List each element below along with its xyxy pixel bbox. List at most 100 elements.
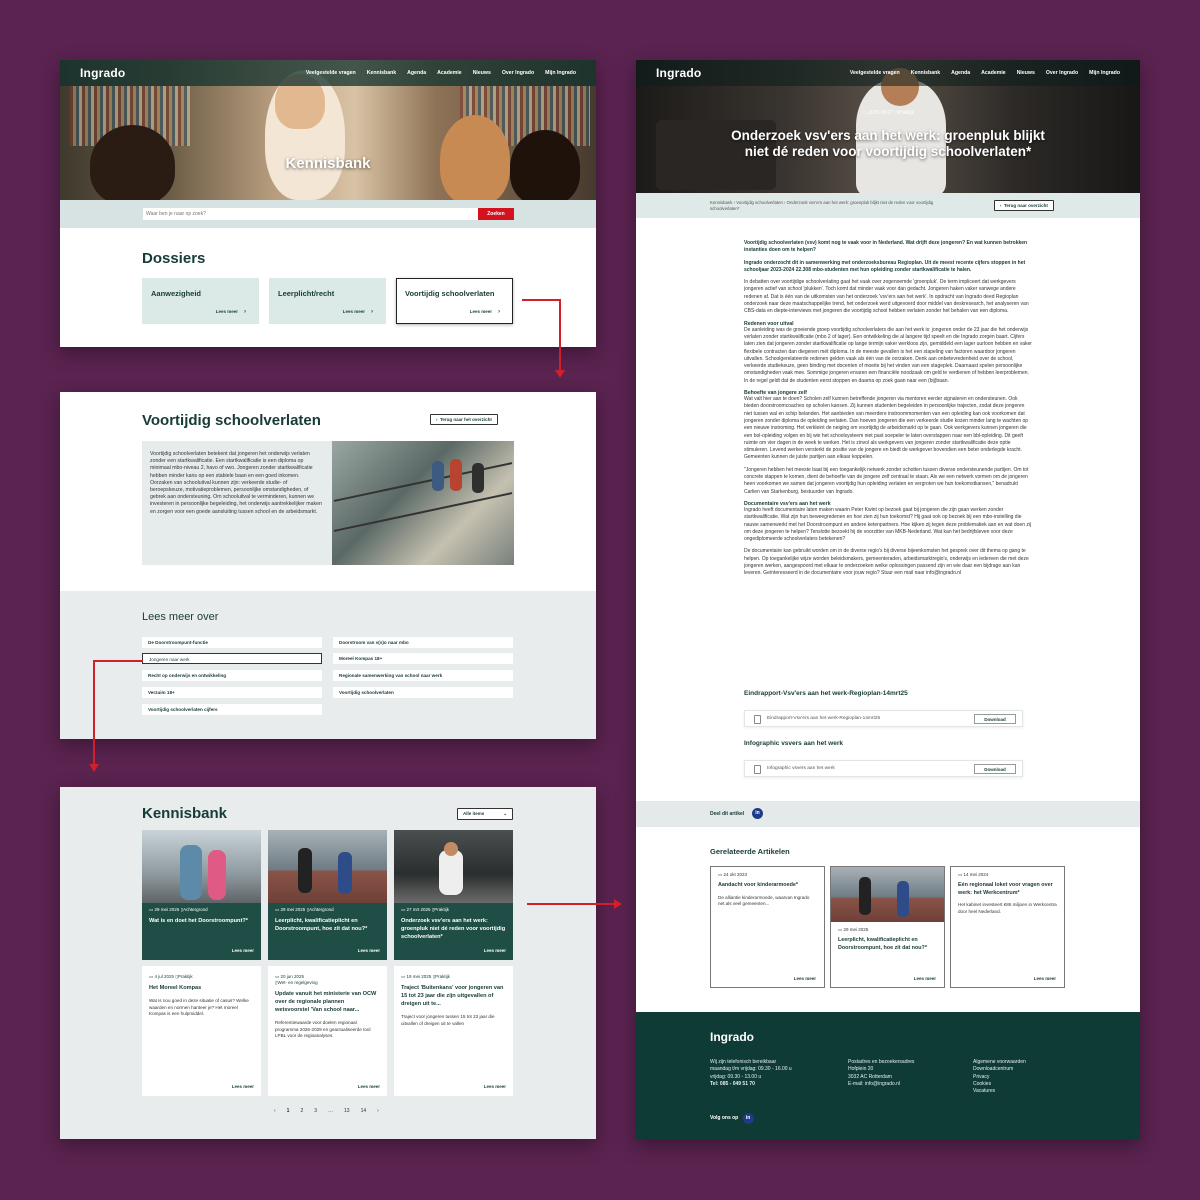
pager-page[interactable]: 2 (300, 1108, 303, 1114)
pager-page[interactable]: 13 (344, 1108, 350, 1114)
download-button[interactable]: Download (974, 764, 1016, 774)
article-card[interactable]: ▭ 29 mei 2025 ▯Achtergrond Leerplicht, k… (268, 830, 387, 960)
card-description: Referentiewaarde voor doelen regionaal p… (275, 1020, 371, 1039)
footer-logo[interactable]: Ingrado (710, 1030, 754, 1044)
nav-link-nieuws[interactable]: Nieuws (1017, 70, 1035, 76)
calendar-icon: ▭ (838, 927, 843, 932)
search-button[interactable]: Zoeken (478, 208, 514, 220)
article-card[interactable]: ▭ 27 mrt 2025 ▯Praktijk Onderzoek vsv'er… (394, 830, 513, 960)
dossier-card-vsv[interactable]: Voortijdig schoolverlaten Lees meer › (396, 278, 513, 324)
link-voortijdig-schoolverlaten[interactable]: Voortijdig schoolverlaten (333, 687, 513, 698)
article-card[interactable]: ▭ 29 mei 2025 ▯Achtergrond Wat is en doe… (142, 830, 261, 960)
card-image (268, 830, 387, 903)
ingrado-logo[interactable]: Ingrado (656, 66, 701, 80)
article-card[interactable]: ▭ 20 jun 2025 ▯Wet- en regelgeving Update… (268, 966, 387, 1096)
link-moreel-kompas[interactable]: Moreel Kompas 18+ (333, 653, 513, 664)
card-more-link[interactable]: Lees meer (914, 976, 936, 981)
pagination: ‹ 1 2 3 … 13 14 › (274, 1108, 379, 1114)
nav-link-nieuws[interactable]: Nieuws (473, 70, 491, 76)
ingrado-logo[interactable]: Ingrado (80, 66, 125, 80)
download-button[interactable]: Download (974, 714, 1016, 724)
footer-link[interactable]: Vacatures (973, 1088, 1026, 1095)
footer-links: Algemene voorwaarden Downloadcentrum Pri… (973, 1059, 1026, 1095)
nav-link-mijn[interactable]: Mijn Ingrado (1089, 70, 1120, 76)
footer-link[interactable]: Algemene voorwaarden (973, 1059, 1026, 1066)
related-card[interactable]: ▭ 14 mei 2024 Eén regionaal loket voor v… (950, 866, 1065, 988)
filter-dropdown[interactable]: Alle items ⌄ (457, 808, 513, 820)
footer-text: Wij zijn telefonisch bereikbaar (710, 1059, 777, 1065)
article-card[interactable]: ▭ 4 jul 2025 ▯Praktijk Het Moreel Kompas… (142, 966, 261, 1096)
nav-link-over[interactable]: Over Ingrado (1046, 70, 1078, 76)
dossier-card-leerplicht[interactable]: Leerplicht/recht Lees meer › (269, 278, 386, 324)
card-title: Eén regionaal loket voor vragen over wer… (958, 882, 1053, 896)
nav-link-academie[interactable]: Academie (437, 70, 462, 76)
card-more-link[interactable]: Lees meer (358, 948, 380, 953)
card-date: 19 mei 2025 (406, 974, 432, 979)
link-verzuim-18[interactable]: Verzuim 18+ (142, 687, 322, 698)
card-date: 20 jun 2025 (280, 974, 305, 979)
card-more-link[interactable]: Lees meer (232, 948, 254, 953)
card-more-link[interactable]: Lees meer (794, 976, 816, 981)
search-input[interactable] (143, 208, 478, 220)
pager-page[interactable]: 1 (287, 1108, 290, 1114)
card-tag: Achtergrond (309, 907, 334, 912)
nav-link-academie[interactable]: Academie (981, 70, 1006, 76)
nav-link-faq[interactable]: Veelgestelde vragen (306, 70, 356, 76)
back-to-overview-button[interactable]: ‹ Terug naar overzicht (994, 200, 1054, 211)
download-row: Infographic vsvers aan het werk Download (744, 760, 1023, 777)
linkedin-icon[interactable]: in (742, 1113, 754, 1124)
pager-page[interactable]: 14 (361, 1108, 367, 1114)
arrow-head-icon (89, 764, 99, 772)
chevron-right-icon: › (498, 309, 500, 315)
footer-text: 3032 AC Rotterdam (848, 1073, 892, 1080)
section-title-dossiers: Dossiers (142, 250, 206, 267)
dossier-title: Leerplicht/recht (278, 289, 335, 298)
related-card[interactable]: ▭ 24 okt 2023 Aandacht voor kinderarmoed… (710, 866, 825, 988)
nav-link-agenda[interactable]: Agenda (951, 70, 970, 76)
intro-box: Voortijdig schoolverlaten betekent dat j… (142, 441, 514, 565)
card-more-link[interactable]: Lees meer (1034, 976, 1056, 981)
card-more-link[interactable]: Lees meer (484, 1084, 506, 1089)
link-vsv-cijfers[interactable]: Voortijdig schoolverlaten cijfers (142, 704, 322, 715)
footer-link[interactable]: Downloadcentrum (973, 1066, 1026, 1073)
nav-link-faq[interactable]: Veelgestelde vragen (850, 70, 900, 76)
article-card[interactable]: ▭ 19 mei 2025 ▯Praktijk Traject 'Buitenk… (394, 966, 513, 1096)
pager-page[interactable]: 3 (314, 1108, 317, 1114)
card-more-link[interactable]: Lees meer (232, 1084, 254, 1089)
link-doorstroompunt[interactable]: De Doorstroompunt-functie (142, 637, 322, 648)
footer-link[interactable]: Privacy (973, 1074, 1026, 1081)
linkedin-icon[interactable]: in (752, 808, 763, 819)
arrow-head-icon (555, 370, 565, 378)
dossier-card-aanwezigheid[interactable]: Aanwezigheid Lees meer › (142, 278, 259, 324)
card-title: Update vanuit het ministerie van OCW ove… (275, 991, 377, 1013)
calendar-icon: ▭ (958, 872, 963, 877)
card-title: Onderzoek vsv'ers aan het werk: groenplu… (401, 918, 506, 940)
link-doorstroom-vso-mbo[interactable]: Doorstroom van v(s)o naar mbo (333, 637, 513, 648)
article-quote: "Jongeren hebben het meeste baat bij een… (744, 466, 1029, 495)
breadcrumb[interactable]: Kennisbank › Voortijdig schoolverlaten ›… (710, 200, 950, 212)
link-regionale-samenwerking[interactable]: Regionale samenwerking van school naar w… (333, 670, 513, 681)
link-recht-op-onderwijs[interactable]: Recht op onderwijs en ontwikkeling (142, 670, 322, 681)
card-description: Traject voor jongeren tussen 15 tot 23 j… (401, 1014, 495, 1026)
pager-prev[interactable]: ‹ (274, 1108, 276, 1114)
footer-link[interactable]: Cookies (973, 1081, 1026, 1088)
card-more-link[interactable]: Lees meer (358, 1084, 380, 1089)
card-title: Aandacht voor kinderarmoede* (718, 882, 798, 888)
footer-email[interactable]: E-mail: info@ingrado.nl (848, 1081, 914, 1088)
nav-link-kennisbank[interactable]: Kennisbank (367, 70, 396, 76)
card-tag: Achtergrond (183, 907, 208, 912)
nav-link-mijn[interactable]: Mijn Ingrado (545, 70, 576, 76)
nav-link-over[interactable]: Over Ingrado (502, 70, 534, 76)
nav-link-agenda[interactable]: Agenda (407, 70, 426, 76)
card-more-link[interactable]: Lees meer (484, 948, 506, 953)
share-bar: Deel dit artikel in (636, 801, 1140, 827)
pager-next[interactable]: › (377, 1108, 379, 1114)
link-jongeren-naar-werk[interactable]: Jongeren naar werk (142, 653, 322, 664)
nav-link-kennisbank[interactable]: Kennisbank (911, 70, 940, 76)
article-body: Voortijdig schoolverlaten (vsv) komt nog… (744, 240, 1032, 583)
back-to-overview-button[interactable]: ‹ Terug naar het overzicht (430, 414, 498, 425)
article-lead: Ingrado onderzocht dit in samenwerking m… (744, 259, 1026, 273)
related-card[interactable]: ▭ 29 mei 2025 Leerplicht, kwalificatiepl… (830, 866, 945, 988)
flow-arrow-line (527, 903, 615, 905)
footer-phone[interactable]: Tel: 085 - 049 51 70 (710, 1081, 792, 1088)
